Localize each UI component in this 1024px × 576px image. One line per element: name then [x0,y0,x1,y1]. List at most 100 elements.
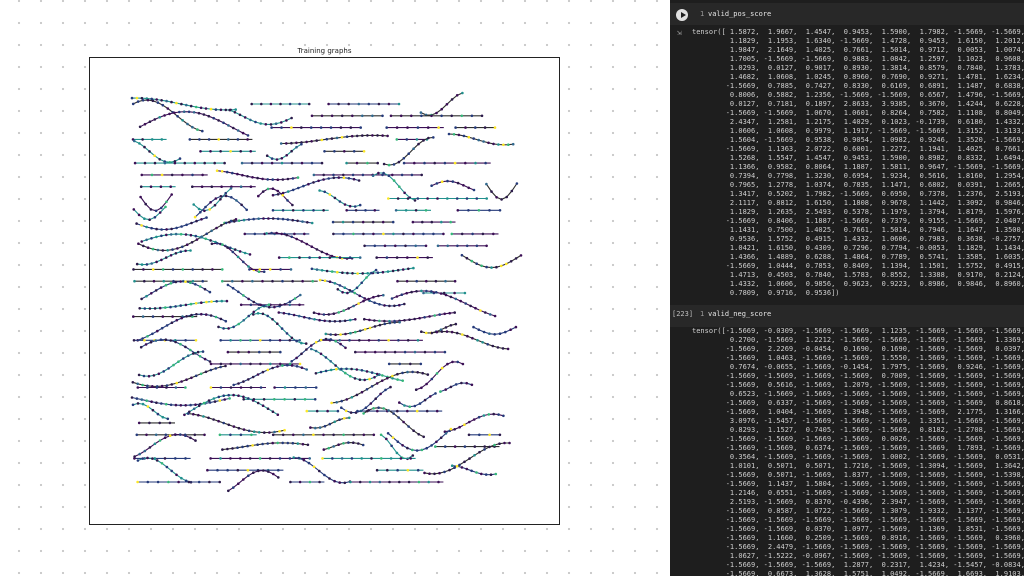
graph-node [175,318,179,322]
graph-node [440,180,444,183]
graph-node [213,161,216,165]
graph-node [425,446,429,450]
graph-node [398,320,401,324]
graph-node [434,291,438,294]
graph-node [194,302,198,305]
graph-node [190,376,193,380]
graph-node [371,134,374,137]
graph-node [174,386,178,389]
code-line[interactable]: valid_pos_score [708,10,771,18]
graph-node [276,193,280,196]
graph-node [318,469,321,473]
graph-node [373,244,377,248]
graph-edge [137,457,192,483]
graph-node [435,330,439,334]
code-line[interactable]: valid_neg_score [708,310,771,318]
graph-node [286,218,290,221]
graph-node [137,242,140,245]
graph-node [157,372,161,376]
graph-node [454,383,458,386]
graph-node [355,368,359,371]
graph-node [278,362,282,366]
graph-node [155,260,158,264]
output-line: -1.5669, 0.5071, -1.5669, 1.8377, -1.566… [692,471,1024,479]
graph-node [360,281,364,285]
graph-node [338,284,342,287]
graph-node [170,469,173,473]
graph-node [158,158,161,161]
graph-node [227,327,230,330]
graph-node [203,357,207,361]
code-cell-valid-pos-score[interactable]: 1 valid_pos_score [670,3,1024,25]
graph-node [246,444,249,448]
graph-node [495,196,498,199]
graph-node [310,114,314,118]
output-valid-pos-score: tensor([ 1.5872, 1.9667, 1.4547, 0.9453,… [692,28,1024,298]
graph-node [488,209,491,212]
graph-node [486,343,490,346]
graph-node [304,386,308,389]
graph-node [163,436,167,440]
graph-node [142,268,145,271]
graph-node [207,399,211,402]
graph-node [263,431,266,434]
graph-node [165,324,169,327]
graph-node [259,303,262,307]
graph-node [265,154,269,157]
run-cell-icon[interactable] [676,9,688,21]
output-line: 1.0606, 1.0608, 0.9979, 1.1917, -1.5669,… [692,127,1024,135]
graph-node [376,134,379,137]
graph-node [386,270,390,273]
code-cell-valid-neg-score[interactable]: [223] 1 valid_neg_score [670,305,1024,327]
graph-node [372,433,376,437]
graph-node [170,100,173,104]
graph-node [340,367,343,371]
graph-node [485,244,488,248]
graph-node [469,304,472,308]
graph-node [454,322,458,326]
graph-node [487,141,490,145]
graph-node [184,457,187,460]
graph-node [318,189,321,192]
graph-node [462,134,466,138]
graph-node [382,232,385,236]
graph-node [177,360,180,364]
graph-node [242,218,246,222]
graph-node [483,445,487,448]
graph-node [382,171,385,175]
graph-node [451,180,455,183]
execution-count: [223] [672,310,694,318]
graph-node [268,457,272,460]
graph-node [385,126,389,129]
output-line: 1.1829, 1.2635, 2.5493, 0.5378, 1.1979, … [692,208,1024,216]
graph-node [191,352,195,355]
graph-node [143,161,147,165]
graph-node [408,318,411,322]
graph-node [156,329,159,333]
graph-node [237,219,241,222]
graph-node [391,173,394,177]
output-redirect-icon[interactable]: ⇲ [677,28,682,37]
graph-node [160,402,163,405]
graph-node [217,419,220,423]
graph-node [142,374,146,378]
graph-node [423,161,426,165]
graph-node [219,198,222,201]
graph-node [186,412,190,415]
graph-node [413,199,417,202]
graph-node [260,102,263,106]
graph-node [321,457,324,460]
graph-node [150,400,153,404]
graph-node [347,307,351,310]
graph-edge [138,351,204,377]
graph-node [428,472,431,476]
graph-node [365,388,369,391]
graph-node [184,434,187,438]
graph-node [430,290,433,293]
graph-node [445,103,449,106]
graph-node [353,291,357,295]
graph-node [298,480,302,484]
graph-node [463,291,467,295]
graph-node [162,370,165,373]
graph-node [350,367,353,371]
